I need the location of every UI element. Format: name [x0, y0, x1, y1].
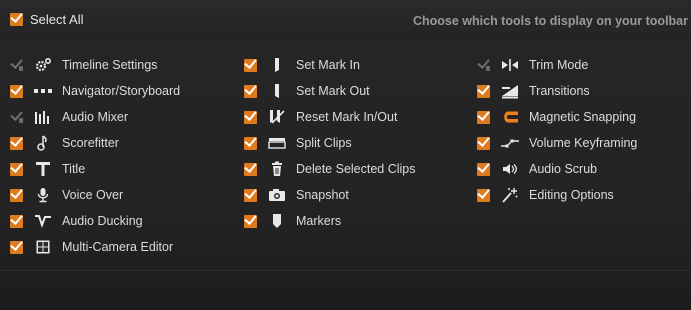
tool-option-label: Navigator/Storyboard: [62, 84, 181, 98]
checkbox-volume-keyframing[interactable]: [477, 136, 490, 150]
tool-option-set-mark-in[interactable]: Set Mark In: [244, 52, 416, 78]
tool-option-label: Magnetic Snapping: [529, 110, 637, 124]
tool-option-voice-over[interactable]: Voice Over: [10, 182, 180, 208]
tool-option-label: Voice Over: [62, 188, 124, 202]
checkbox-delete-selected-clips[interactable]: [244, 162, 257, 176]
tool-option-label: Audio Ducking: [62, 214, 143, 228]
checkbox-scorefitter[interactable]: [10, 136, 23, 150]
checkbox-navigator-storyboard[interactable]: [10, 84, 23, 98]
tool-option-audio-mixer[interactable]: Audio Mixer: [10, 104, 180, 130]
select-all-toggle[interactable]: Select All: [10, 12, 83, 27]
checkbox-magnetic-snapping[interactable]: [477, 110, 490, 124]
title-icon: [32, 161, 54, 177]
tool-option-label: Transitions: [529, 84, 590, 98]
tool-option-label: Audio Scrub: [529, 162, 598, 176]
tool-option-audio-ducking[interactable]: Audio Ducking: [10, 208, 180, 234]
checkbox-audio-ducking[interactable]: [10, 214, 23, 228]
tool-option-label: Volume Keyframing: [529, 136, 638, 150]
checkbox-audio-scrub[interactable]: [477, 162, 490, 176]
speaker-icon: [499, 161, 521, 177]
checkbox-multi-camera-editor[interactable]: [10, 240, 23, 254]
mark-in-icon: [266, 57, 288, 73]
checkbox-set-mark-in[interactable]: [244, 58, 257, 72]
tool-option-transitions[interactable]: Transitions: [477, 78, 637, 104]
tool-option-label: Set Mark Out: [296, 84, 370, 98]
tool-option-volume-keyframing[interactable]: Volume Keyframing: [477, 130, 637, 156]
checkbox-trim-mode[interactable]: [477, 59, 490, 72]
ducking-icon: [32, 213, 54, 229]
tool-option-label: Title: [62, 162, 86, 176]
tool-option-multi-camera-editor[interactable]: Multi-Camera Editor: [10, 234, 180, 260]
select-all-checkbox[interactable]: [10, 13, 23, 26]
tool-option-label: Delete Selected Clips: [296, 162, 416, 176]
tool-option-label: Split Clips: [296, 136, 352, 150]
tool-option-snapshot[interactable]: Snapshot: [244, 182, 416, 208]
checkbox-audio-mixer[interactable]: [10, 111, 23, 124]
music-note-icon: [32, 135, 54, 151]
checkbox-voice-over[interactable]: [10, 188, 23, 202]
tool-option-reset-mark-in-out[interactable]: Reset Mark In/Out: [244, 104, 416, 130]
checkbox-markers[interactable]: [244, 214, 257, 228]
dots-icon: [32, 83, 54, 99]
tool-option-markers[interactable]: Markers: [244, 208, 416, 234]
split-icon: [266, 135, 288, 151]
tool-option-magnetic-snapping[interactable]: Magnetic Snapping: [477, 104, 637, 130]
audio-mixer-icon: [32, 109, 54, 125]
toolbar-options-panel: Select All Choose which tools to display…: [0, 0, 691, 310]
camera-icon: [266, 187, 288, 203]
tool-option-delete-selected-clips[interactable]: Delete Selected Clips: [244, 156, 416, 182]
tool-option-scorefitter[interactable]: Scorefitter: [10, 130, 180, 156]
panel-footer: [0, 270, 691, 310]
marker-icon: [266, 213, 288, 229]
tool-option-audio-scrub[interactable]: Audio Scrub: [477, 156, 637, 182]
reset-mark-icon: [266, 109, 288, 125]
tool-option-label: Audio Mixer: [62, 110, 128, 124]
tool-option-label: Reset Mark In/Out: [296, 110, 398, 124]
checkbox-split-clips[interactable]: [244, 136, 257, 150]
microphone-icon: [32, 187, 54, 203]
tools-column-3: Trim Mode Transitions Magnetic Snapping Vol…: [477, 52, 637, 208]
panel-header: Select All Choose which tools to display…: [0, 0, 691, 40]
checkbox-snapshot[interactable]: [244, 188, 257, 202]
checkbox-transitions[interactable]: [477, 84, 490, 98]
tool-option-label: Snapshot: [296, 188, 349, 202]
checkbox-reset-mark-in-out[interactable]: [244, 110, 257, 124]
tool-option-label: Scorefitter: [62, 136, 119, 150]
checkbox-timeline-settings[interactable]: [10, 59, 23, 72]
tool-option-label: Markers: [296, 214, 342, 228]
tool-option-editing-options[interactable]: Editing Options: [477, 182, 637, 208]
checkbox-set-mark-out[interactable]: [244, 84, 257, 98]
tool-option-title[interactable]: Title: [10, 156, 180, 182]
tool-option-label: Set Mark In: [296, 58, 360, 72]
tool-option-label: Editing Options: [529, 188, 614, 202]
checkbox-title[interactable]: [10, 162, 23, 176]
tool-option-label: Trim Mode: [529, 58, 589, 72]
tools-column-1: Timeline Settings Navigator/Storyboard Aud…: [10, 52, 180, 260]
checkbox-editing-options[interactable]: [477, 188, 490, 202]
trim-icon: [499, 57, 521, 73]
trash-icon: [266, 161, 288, 177]
tool-option-navigator-storyboard[interactable]: Navigator/Storyboard: [10, 78, 180, 104]
tool-option-trim-mode[interactable]: Trim Mode: [477, 52, 637, 78]
wand-icon: [499, 187, 521, 203]
tools-column-2: Set Mark In Set Mark Out Reset Mark In/Out…: [244, 52, 416, 234]
mark-out-icon: [266, 83, 288, 99]
keyframe-icon: [499, 135, 521, 151]
transitions-icon: [499, 83, 521, 99]
magnet-icon: [499, 109, 521, 125]
tool-option-split-clips[interactable]: Split Clips: [244, 130, 416, 156]
select-all-label: Select All: [30, 12, 84, 27]
toolbar-hint: Choose which tools to display on your to…: [412, 14, 688, 28]
tool-option-label: Timeline Settings: [62, 58, 158, 72]
tool-option-set-mark-out[interactable]: Set Mark Out: [244, 78, 416, 104]
tool-option-label: Multi-Camera Editor: [62, 240, 174, 254]
gear-icon: [32, 57, 54, 73]
tool-option-timeline-settings[interactable]: Timeline Settings: [10, 52, 180, 78]
multicam-icon: [32, 239, 54, 255]
